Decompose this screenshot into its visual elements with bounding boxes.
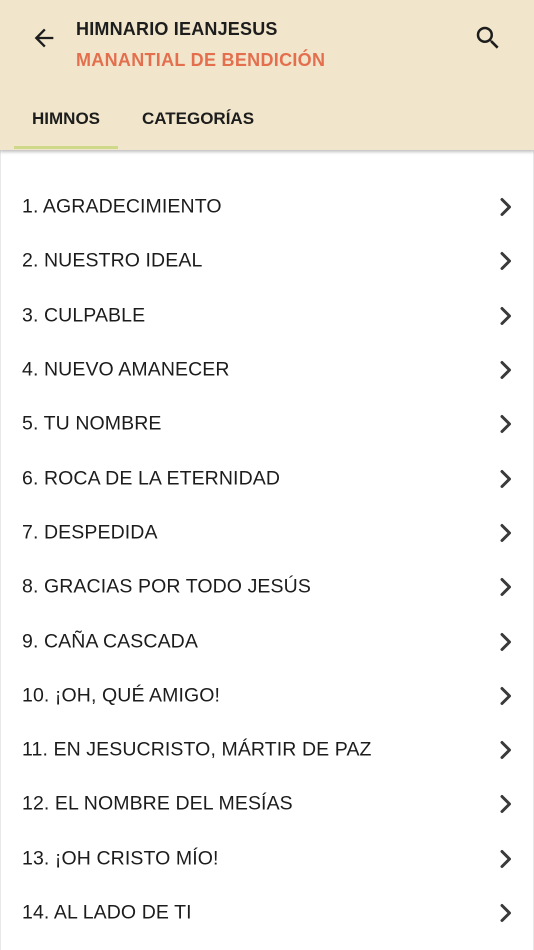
list-item[interactable]: 3. CULPABLE xyxy=(0,289,534,343)
tab-categorias-label: CATEGORÍAS xyxy=(141,109,255,128)
tab-himnos[interactable]: HIMNOS xyxy=(14,96,118,150)
tab-categorias[interactable]: CATEGORÍAS xyxy=(128,96,268,150)
chevron-right-icon xyxy=(500,306,511,325)
list-item[interactable]: 5. TU NOMBRE xyxy=(0,397,534,451)
app-bar: HIMNARIO IEANJESUS MANANTIAL DE BENDICIÓ… xyxy=(0,0,534,150)
list-item-label: 3. CULPABLE xyxy=(22,304,146,327)
chevron-right-icon xyxy=(500,361,511,380)
list-item-label: 12. EL NOMBRE DEL MESÍAS xyxy=(22,792,293,815)
app-subtitle: MANANTIAL DE BENDICIÓN xyxy=(76,50,326,70)
list-item[interactable]: 10. ¡OH, QUÉ AMIGO! xyxy=(0,669,534,723)
list-item-label: 1. AGRADECIMIENTO xyxy=(22,195,222,218)
list-item[interactable]: 12. EL NOMBRE DEL MESÍAS xyxy=(0,777,534,831)
list-item[interactable]: 2. NUESTRO IDEAL xyxy=(0,234,534,288)
chevron-right-icon xyxy=(500,741,511,760)
list-item-label: 9. CAÑA CASCADA xyxy=(22,630,198,653)
list-item[interactable]: 14. AL LADO DE TI xyxy=(0,886,534,940)
list-item-label: 10. ¡OH, QUÉ AMIGO! xyxy=(22,684,221,707)
list-item-label: 6. ROCA DE LA ETERNIDAD xyxy=(22,467,281,490)
list-item[interactable]: 6. ROCA DE LA ETERNIDAD xyxy=(0,451,534,505)
search-button[interactable] xyxy=(468,18,508,58)
list-item[interactable]: 11. EN JESUCRISTO, MÁRTIR DE PAZ xyxy=(0,723,534,777)
list-item[interactable]: 1. AGRADECIMIENTO xyxy=(0,180,534,234)
list-item-label: 7. DESPEDIDA xyxy=(22,521,158,544)
list-item-label: 14. AL LADO DE TI xyxy=(22,901,192,924)
chevron-right-icon xyxy=(500,252,511,271)
chevron-right-icon xyxy=(500,795,511,814)
list-item[interactable]: 7. DESPEDIDA xyxy=(0,506,534,560)
chevron-right-icon xyxy=(500,578,511,597)
tab-himnos-label: HIMNOS xyxy=(32,109,100,128)
chevron-right-icon xyxy=(500,469,511,488)
list-item[interactable]: 13. ¡OH CRISTO MÍO! xyxy=(0,832,534,886)
app-title: HIMNARIO IEANJESUS xyxy=(76,19,278,39)
chevron-right-icon xyxy=(500,632,511,651)
hymn-list: 1. AGRADECIMIENTO 2. NUESTRO IDEAL 3. CU… xyxy=(0,180,534,940)
chevron-right-icon xyxy=(500,415,511,434)
list-item-label: 2. NUESTRO IDEAL xyxy=(22,249,203,272)
list-item-label: 11. EN JESUCRISTO, MÁRTIR DE PAZ xyxy=(22,738,372,761)
search-icon xyxy=(476,26,499,49)
list-item-label: 4. NUEVO AMANECER xyxy=(22,358,230,381)
list-item[interactable]: 4. NUEVO AMANECER xyxy=(0,343,534,397)
arrow-left-icon xyxy=(34,28,54,48)
tab-indicator xyxy=(14,146,118,149)
list-item-label: 13. ¡OH CRISTO MÍO! xyxy=(22,847,219,870)
back-button[interactable] xyxy=(26,20,62,56)
list-item[interactable]: 8. GRACIAS POR TODO JESÚS xyxy=(0,560,534,614)
chevron-right-icon xyxy=(500,686,511,705)
list-item-label: 8. GRACIAS POR TODO JESÚS xyxy=(22,575,311,598)
list-item-label: 5. TU NOMBRE xyxy=(22,412,162,435)
chevron-right-icon xyxy=(500,904,511,922)
list-item[interactable]: 9. CAÑA CASCADA xyxy=(0,614,534,668)
chevron-right-icon xyxy=(500,523,511,542)
chevron-right-icon xyxy=(500,198,511,217)
chevron-right-icon xyxy=(500,849,511,868)
